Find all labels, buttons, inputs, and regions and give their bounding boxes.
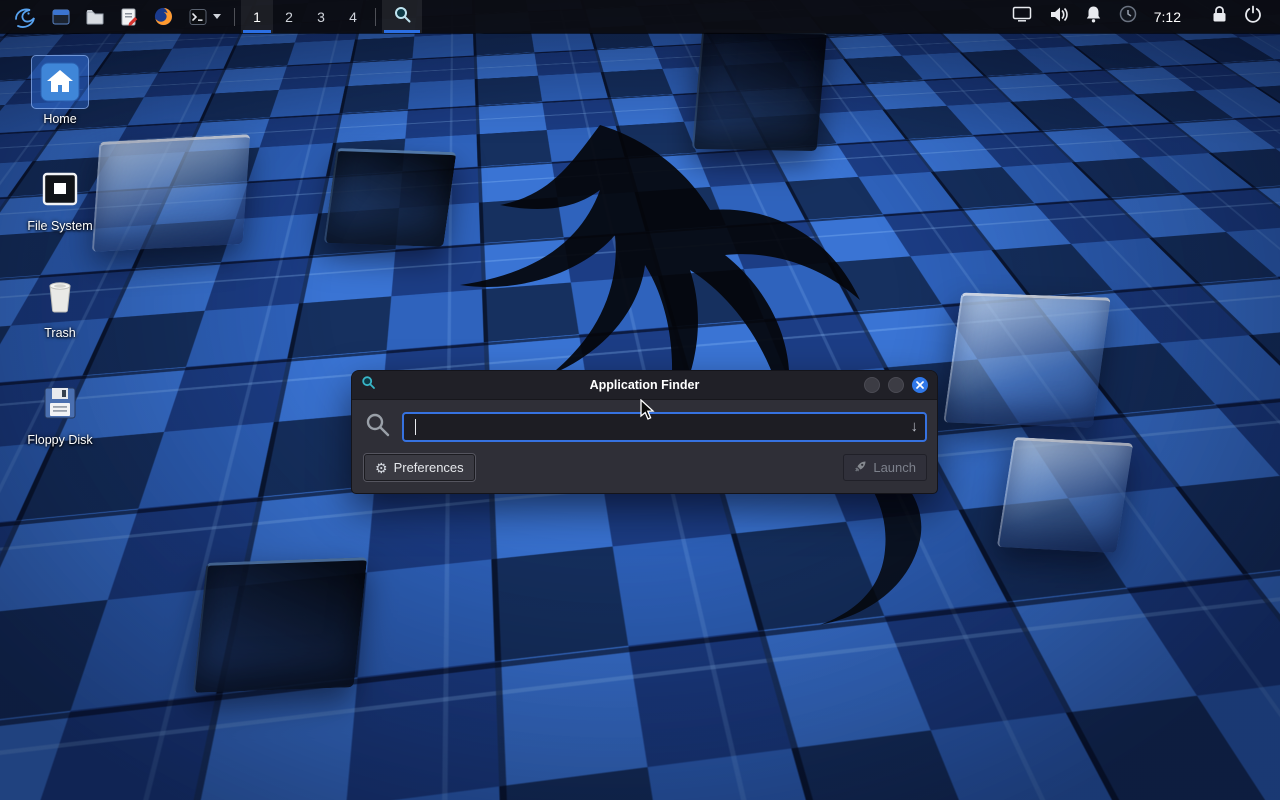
launcher-terminal[interactable] — [181, 0, 211, 33]
terminal-icon — [188, 7, 208, 27]
launcher-firefox[interactable] — [146, 0, 181, 33]
app-finder-window-icon — [361, 375, 376, 395]
desktop-icon-label: Trash — [10, 326, 110, 340]
folder-icon — [85, 7, 105, 27]
desktop-icon-floppy-disk[interactable]: Floppy Disk — [10, 377, 110, 447]
tray-status-icon[interactable] — [1119, 5, 1137, 28]
expand-dropdown-icon[interactable]: ↓ — [911, 419, 919, 434]
notifications-bell-icon[interactable] — [1085, 5, 1102, 28]
volume-icon[interactable] — [1049, 6, 1068, 28]
desktop-icon-label: Floppy Disk — [10, 433, 110, 447]
workspace-button-1[interactable]: 1 — [241, 0, 273, 33]
drive-icon — [32, 163, 88, 215]
close-icon — [916, 381, 924, 389]
kali-logo-icon — [13, 5, 37, 29]
firefox-icon — [153, 6, 174, 27]
launch-icon — [854, 460, 867, 476]
launch-label: Launch — [873, 460, 916, 475]
home-icon — [32, 56, 88, 108]
desktop-icon-label: File System — [10, 219, 110, 233]
maximize-button[interactable] — [888, 377, 904, 393]
minimize-button[interactable] — [864, 377, 880, 393]
launcher-files-window[interactable] — [44, 0, 78, 33]
application-finder-window: Application Finder ↓ — [352, 371, 937, 493]
top-panel: 1 2 3 4 — [0, 0, 1280, 33]
text-caret — [415, 419, 416, 435]
search-icon — [364, 411, 391, 443]
magnifier-icon — [393, 5, 412, 29]
preferences-button[interactable]: ⚙ Preferences — [364, 454, 475, 481]
panel-separator — [375, 8, 376, 26]
display-settings-icon[interactable] — [1012, 6, 1032, 27]
launcher-file-manager[interactable] — [78, 0, 112, 33]
taskbar-application-finder-button[interactable] — [382, 0, 422, 33]
desktop-icon-trash[interactable]: Trash — [10, 270, 110, 340]
workspace-label: 3 — [317, 9, 325, 25]
preferences-label: Preferences — [394, 460, 464, 475]
floppy-disk-icon — [32, 377, 88, 429]
desktop-icon-label: Home — [10, 112, 110, 126]
panel-separator — [234, 8, 235, 26]
trash-icon — [32, 270, 88, 322]
launcher-text-editor[interactable] — [112, 0, 146, 33]
window-icon — [51, 7, 71, 27]
chevron-down-icon — [213, 14, 221, 19]
close-button[interactable] — [912, 377, 928, 393]
workspace-label: 1 — [253, 9, 261, 25]
titlebar[interactable]: Application Finder — [352, 371, 937, 400]
workspace-button-3[interactable]: 3 — [305, 0, 337, 33]
workspace-label: 2 — [285, 9, 293, 25]
workspace-button-4[interactable]: 4 — [337, 0, 369, 33]
mouse-cursor — [638, 399, 658, 421]
search-input[interactable] — [402, 412, 927, 442]
system-tray: 7:12 — [1012, 5, 1274, 28]
power-logout-icon[interactable] — [1244, 5, 1262, 28]
workspace-button-2[interactable]: 2 — [273, 0, 305, 33]
launch-button[interactable]: Launch — [843, 454, 927, 481]
document-edit-icon — [119, 7, 139, 27]
terminal-dropdown-button[interactable] — [211, 0, 228, 33]
window-title: Application Finder — [352, 378, 937, 392]
applications-menu-button[interactable] — [6, 0, 44, 33]
desktop-icon-home[interactable]: Home — [10, 56, 110, 126]
clock[interactable]: 7:12 — [1154, 9, 1181, 25]
screen-lock-icon[interactable] — [1212, 5, 1227, 28]
workspace-label: 4 — [349, 9, 357, 25]
gear-icon: ⚙ — [375, 461, 388, 475]
desktop-icon-file-system[interactable]: File System — [10, 163, 110, 233]
